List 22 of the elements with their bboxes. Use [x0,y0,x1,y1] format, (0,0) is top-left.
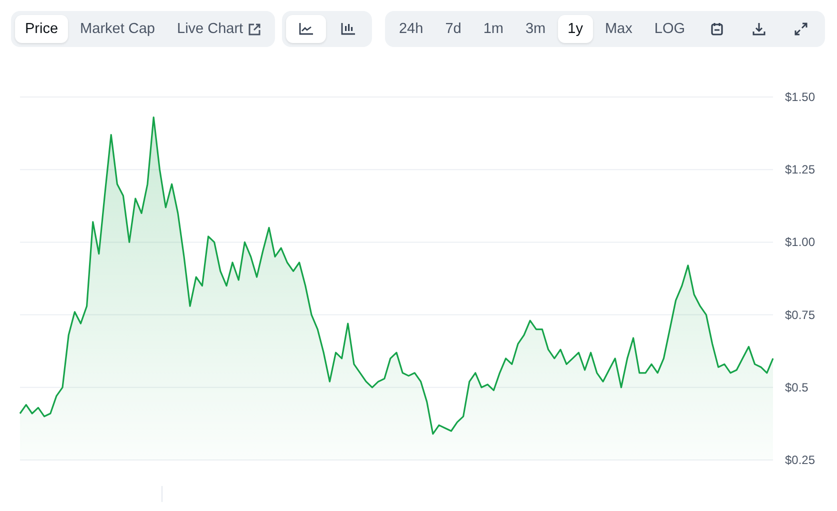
axis-label: $0.25 [785,453,816,467]
log-scale-button[interactable]: LOG [644,15,695,43]
range-button[interactable]: 3m [515,15,556,43]
axis-label: $1.00 [785,235,816,250]
expand-icon [794,22,808,36]
range-button[interactable]: 1y [558,15,593,43]
line-chart-button[interactable] [286,15,326,43]
range-button[interactable]: 7d [435,15,472,43]
candlestick-icon [341,23,356,35]
axis-label: $1.25 [785,162,816,177]
line-chart-icon [299,23,314,35]
view-tab[interactable]: Live Chart [167,15,272,43]
range-button[interactable]: 1m [473,15,514,43]
download-icon [752,22,766,36]
view-tab[interactable]: Market Cap [70,15,165,43]
axis-label: $0.75 [785,308,816,322]
range-button[interactable]: Max [594,15,642,43]
range-button[interactable]: 24h [388,15,434,43]
calendar-icon [710,22,724,36]
axis-label: $0.5 [785,380,808,394]
axis-label: $1.50 [785,90,816,104]
view-tab[interactable]: Price [15,15,68,43]
